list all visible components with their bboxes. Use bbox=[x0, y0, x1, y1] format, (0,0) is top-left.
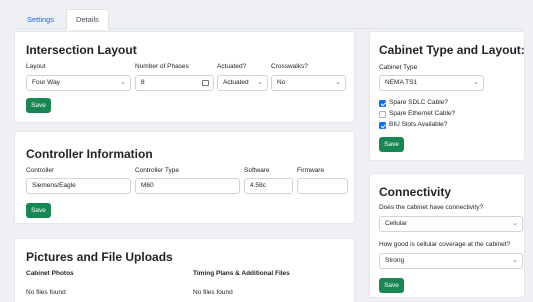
cabinet-type-value: NEMA TS1 bbox=[385, 79, 418, 86]
firmware-label: Firmware bbox=[297, 167, 325, 174]
keypad-icon bbox=[202, 80, 209, 86]
controller-type-label: Controller Type bbox=[135, 167, 179, 174]
software-value: 4.58c bbox=[250, 182, 266, 189]
layout-value: Four Way bbox=[32, 79, 60, 86]
biu-slots-checkbox[interactable] bbox=[379, 122, 386, 129]
spare-ethernet-label: Spare Ethernet Cable? bbox=[389, 110, 456, 117]
software-label: Software bbox=[244, 167, 270, 174]
chevron-down-icon: ⌄ bbox=[257, 79, 263, 86]
cabinet-type-card: Cabinet Type and Layout: Cabinet Type NE… bbox=[369, 31, 525, 161]
coverage-select[interactable]: Strong ⌄ bbox=[379, 253, 523, 269]
actuated-label: Actuated? bbox=[217, 63, 247, 70]
intersection-layout-title: Intersection Layout bbox=[26, 43, 137, 57]
cabinet-photos-empty: No files found bbox=[26, 289, 66, 296]
intersection-layout-card: Intersection Layout Layout Four Way ⌄ Nu… bbox=[14, 31, 355, 123]
phases-input[interactable]: 8 bbox=[135, 75, 214, 91]
timing-plans-empty: No files found bbox=[193, 289, 233, 296]
controller-select[interactable]: Siemens/Eagle bbox=[26, 178, 131, 194]
connectivity-value: Cellular bbox=[385, 220, 408, 227]
chevron-down-icon: ⌄ bbox=[473, 79, 479, 86]
tab-settings[interactable]: Settings bbox=[17, 9, 64, 30]
chevron-down-icon: ⌄ bbox=[512, 220, 518, 227]
crosswalks-select[interactable]: No ⌄ bbox=[271, 75, 346, 91]
spare-ethernet-checkbox[interactable] bbox=[379, 111, 386, 118]
connectivity-question-label: Does the cabinet have connectivity? bbox=[379, 204, 484, 211]
coverage-value: Strong bbox=[385, 257, 405, 264]
phases-label: Number of Phases bbox=[135, 63, 189, 70]
biu-slots-label: BIU Slots Available? bbox=[389, 121, 448, 128]
layout-select[interactable]: Four Way ⌄ bbox=[26, 75, 131, 91]
connectivity-select[interactable]: Cellular ⌄ bbox=[379, 216, 523, 232]
pictures-uploads-card: Pictures and File Uploads Cabinet Photos… bbox=[14, 238, 355, 302]
controller-type-value: M60 bbox=[141, 182, 154, 189]
pictures-uploads-title: Pictures and File Uploads bbox=[26, 250, 173, 264]
tab-details[interactable]: Details bbox=[66, 9, 109, 30]
cabinet-type-title: Cabinet Type and Layout: bbox=[379, 43, 525, 57]
crosswalks-label: Crosswalks? bbox=[271, 63, 308, 70]
controller-information-card: Controller Information Controller Siemen… bbox=[14, 131, 355, 224]
tab-bar: Settings Details bbox=[14, 9, 523, 30]
controller-information-title: Controller Information bbox=[26, 147, 153, 161]
chevron-down-icon: ⌄ bbox=[512, 257, 518, 264]
cabinet-photos-label: Cabinet Photos bbox=[26, 270, 74, 277]
connectivity-title: Connectivity bbox=[379, 185, 452, 199]
controller-label: Controller bbox=[26, 167, 55, 174]
coverage-question-label: How good is cellular coverage at the cab… bbox=[379, 241, 511, 248]
chevron-down-icon: ⌄ bbox=[120, 79, 126, 86]
chevron-down-icon: ⌄ bbox=[335, 79, 341, 86]
cabinet-type-select[interactable]: NEMA TS1 ⌄ bbox=[379, 75, 484, 91]
timing-plans-label: Timing Plans & Additional Files bbox=[193, 270, 290, 277]
phases-value: 8 bbox=[141, 79, 145, 86]
connectivity-card: Connectivity Does the cabinet have conne… bbox=[369, 173, 525, 298]
firmware-input[interactable] bbox=[297, 178, 348, 194]
cabinet-save-button[interactable]: Save bbox=[379, 137, 404, 152]
spare-sdlc-label: Spare SDLC Cable? bbox=[389, 99, 448, 106]
controller-type-input[interactable]: M60 bbox=[135, 178, 240, 194]
crosswalks-value: No bbox=[277, 79, 286, 86]
cabinet-type-label: Cabinet Type bbox=[379, 64, 418, 71]
actuated-value: Actuated bbox=[223, 79, 249, 86]
intersection-save-button[interactable]: Save bbox=[26, 98, 51, 113]
layout-label: Layout bbox=[26, 63, 46, 70]
actuated-select[interactable]: Actuated ⌄ bbox=[217, 75, 268, 91]
controller-save-button[interactable]: Save bbox=[26, 203, 51, 218]
controller-value: Siemens/Eagle bbox=[32, 182, 76, 189]
connectivity-save-button[interactable]: Save bbox=[379, 278, 404, 293]
software-input[interactable]: 4.58c bbox=[244, 178, 293, 194]
spare-sdlc-checkbox[interactable] bbox=[379, 100, 386, 107]
